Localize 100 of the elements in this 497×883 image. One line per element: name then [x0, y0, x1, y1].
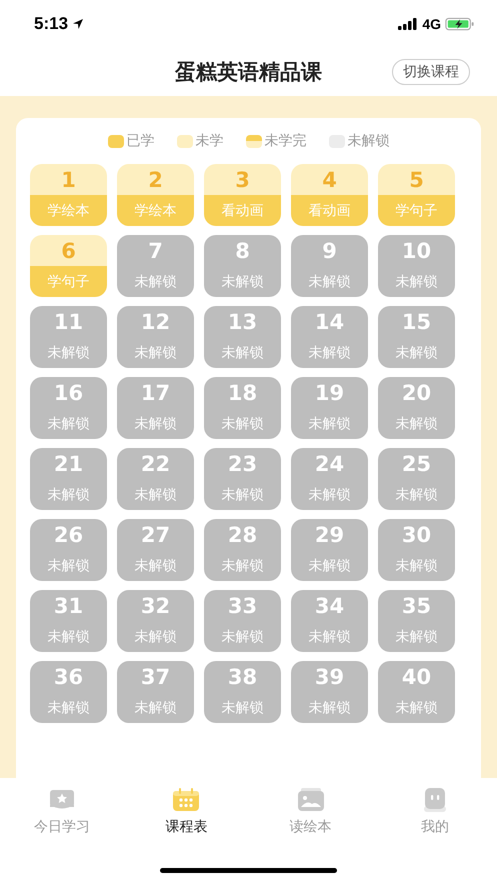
- lesson-number: 12: [140, 308, 172, 336]
- lesson-label: 未解锁: [46, 628, 90, 646]
- lesson-tile[interactable]: 40 未解锁: [378, 661, 455, 723]
- lesson-label: 未解锁: [134, 556, 178, 576]
- lesson-number: 17: [140, 380, 172, 406]
- lesson-tile[interactable]: 8 未解锁: [204, 235, 281, 297]
- switch-course-button[interactable]: 切换课程: [392, 59, 470, 85]
- lesson-label: 未解锁: [220, 272, 264, 292]
- lesson-label: 未解锁: [308, 628, 352, 646]
- lesson-label: 未解锁: [394, 556, 438, 576]
- lesson-number: 13: [226, 308, 258, 336]
- lesson-tile[interactable]: 20 未解锁: [378, 377, 455, 439]
- lesson-tile[interactable]: 28 未解锁: [204, 519, 281, 581]
- lesson-label: 未解锁: [46, 414, 90, 434]
- lesson-tile[interactable]: 25 未解锁: [378, 448, 455, 510]
- lesson-label: 学句子: [30, 266, 107, 297]
- lesson-tile[interactable]: 27 未解锁: [117, 519, 194, 581]
- lesson-tile[interactable]: 7 未解锁: [117, 235, 194, 297]
- battery-charging-icon: [445, 17, 475, 31]
- lesson-tile[interactable]: 29 未解锁: [291, 519, 368, 581]
- lesson-label: 未解锁: [134, 344, 178, 362]
- lesson-tile[interactable]: 12 未解锁: [117, 306, 194, 368]
- lesson-number: 25: [400, 450, 432, 478]
- lesson-label: 学句子: [378, 195, 455, 226]
- picture-card-icon: [296, 786, 326, 814]
- lesson-tile[interactable]: 9 未解锁: [291, 235, 368, 297]
- legend-label: 未解锁: [348, 132, 390, 150]
- lesson-tile[interactable]: 1 学绘本: [30, 164, 107, 226]
- lesson-number: 8: [234, 238, 251, 264]
- lesson-number: 33: [226, 592, 258, 620]
- legend-label: 未学: [196, 132, 224, 150]
- lesson-label: 未解锁: [46, 486, 90, 504]
- lesson-tile[interactable]: 32 未解锁: [117, 590, 194, 652]
- lesson-tile[interactable]: 31 未解锁: [30, 590, 107, 652]
- lesson-tile[interactable]: 33 未解锁: [204, 590, 281, 652]
- lesson-tile[interactable]: 16 未解锁: [30, 377, 107, 439]
- lesson-number: 36: [52, 664, 84, 690]
- lesson-tile[interactable]: 34 未解锁: [291, 590, 368, 652]
- lesson-tile[interactable]: 37 未解锁: [117, 661, 194, 723]
- lesson-label: 未解锁: [308, 486, 352, 504]
- legend-label: 已学: [126, 132, 154, 150]
- calendar-icon: [171, 786, 202, 814]
- lesson-label: 学绘本: [30, 195, 107, 226]
- lesson-tile[interactable]: 24 未解锁: [291, 448, 368, 510]
- lesson-tile[interactable]: 14 未解锁: [291, 306, 368, 368]
- lesson-number: 35: [400, 592, 432, 620]
- lesson-label: 未解锁: [134, 698, 178, 718]
- lesson-tile[interactable]: 18 未解锁: [204, 377, 281, 439]
- lesson-tile[interactable]: 21 未解锁: [30, 448, 107, 510]
- lesson-label: 未解锁: [220, 698, 264, 718]
- lesson-number: 38: [226, 664, 258, 690]
- lesson-tile[interactable]: 15 未解锁: [378, 306, 455, 368]
- lesson-label: 未解锁: [308, 272, 352, 292]
- legend-label: 未学完: [264, 132, 306, 150]
- lesson-number: 28: [226, 522, 258, 548]
- lesson-tile[interactable]: 6 学句子: [30, 235, 107, 297]
- lesson-label: 看动画: [204, 195, 281, 226]
- lesson-tile[interactable]: 22 未解锁: [117, 448, 194, 510]
- lesson-tile[interactable]: 30 未解锁: [378, 519, 455, 581]
- lesson-number: 31: [52, 592, 84, 620]
- lesson-label: 未解锁: [46, 556, 90, 576]
- lesson-number: 37: [140, 664, 172, 690]
- lesson-label: 未解锁: [308, 556, 352, 576]
- lesson-label: 未解锁: [308, 698, 352, 718]
- tab[interactable]: 读绘本: [248, 786, 373, 844]
- lesson-tile[interactable]: 11 未解锁: [30, 306, 107, 368]
- lesson-tile[interactable]: 5 学句子: [378, 164, 455, 226]
- lesson-label: 未解锁: [394, 628, 438, 646]
- lesson-tile[interactable]: 4 看动画: [291, 164, 368, 226]
- signal-icon: [398, 18, 418, 30]
- lesson-label: 未解锁: [134, 628, 178, 646]
- lesson-tile[interactable]: 3 看动画: [204, 164, 281, 226]
- lesson-tile[interactable]: 35 未解锁: [378, 590, 455, 652]
- lesson-number: 21: [52, 450, 84, 478]
- lesson-number: 9: [321, 238, 338, 264]
- tab[interactable]: 课程表: [124, 786, 248, 844]
- lesson-number: 10: [400, 238, 432, 264]
- lesson-label: 学绘本: [117, 195, 194, 226]
- lesson-label: 未解锁: [46, 344, 90, 362]
- tab[interactable]: 我的: [372, 786, 497, 844]
- lesson-label: 未解锁: [134, 486, 178, 504]
- page-title: 蛋糕英语精品课: [175, 59, 322, 86]
- lesson-tile[interactable]: 10 未解锁: [378, 235, 455, 297]
- lesson-tile[interactable]: 39 未解锁: [291, 661, 368, 723]
- lesson-number: 30: [400, 522, 432, 548]
- lesson-number: 24: [314, 450, 346, 478]
- tab[interactable]: 今日学习: [0, 786, 124, 844]
- lesson-tile[interactable]: 13 未解锁: [204, 306, 281, 368]
- lesson-label: 看动画: [291, 195, 368, 226]
- lesson-number: 14: [314, 308, 346, 336]
- lesson-label: 未解锁: [220, 414, 264, 434]
- lesson-tile[interactable]: 23 未解锁: [204, 448, 281, 510]
- lesson-label: 未解锁: [394, 344, 438, 362]
- lesson-number: 5: [378, 164, 455, 195]
- lesson-tile[interactable]: 17 未解锁: [117, 377, 194, 439]
- lesson-tile[interactable]: 19 未解锁: [291, 377, 368, 439]
- lesson-tile[interactable]: 26 未解锁: [30, 519, 107, 581]
- lesson-tile[interactable]: 36 未解锁: [30, 661, 107, 723]
- lesson-tile[interactable]: 38 未解锁: [204, 661, 281, 723]
- lesson-tile[interactable]: 2 学绘本: [117, 164, 194, 226]
